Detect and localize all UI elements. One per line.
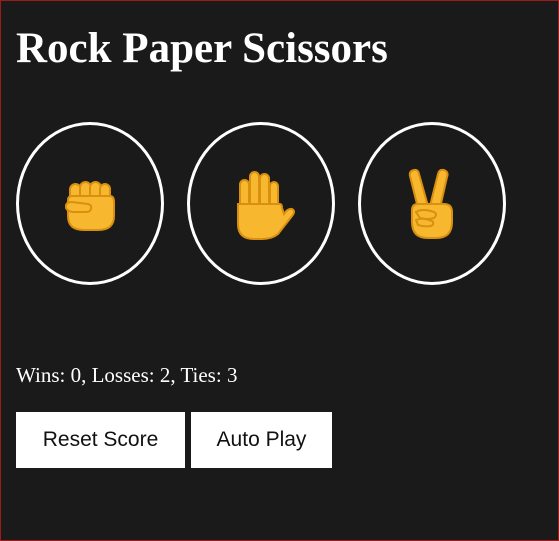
page-title: Rock Paper Scissors <box>16 25 388 72</box>
victory-hand-icon <box>408 168 453 239</box>
auto-play-button[interactable]: Auto Play <box>191 412 332 468</box>
raised-fist-icon <box>65 180 115 231</box>
rock-button[interactable] <box>16 122 164 285</box>
score-display: Wins: 0, Losses: 2, Ties: 3 <box>16 363 238 387</box>
game-container: Rock Paper Scissors Wins: 0, Losses: 2, … <box>0 0 559 541</box>
raised-hand-icon <box>237 170 295 240</box>
scissors-button[interactable] <box>358 122 506 285</box>
paper-button[interactable] <box>187 122 335 285</box>
reset-score-button[interactable]: Reset Score <box>16 412 185 468</box>
